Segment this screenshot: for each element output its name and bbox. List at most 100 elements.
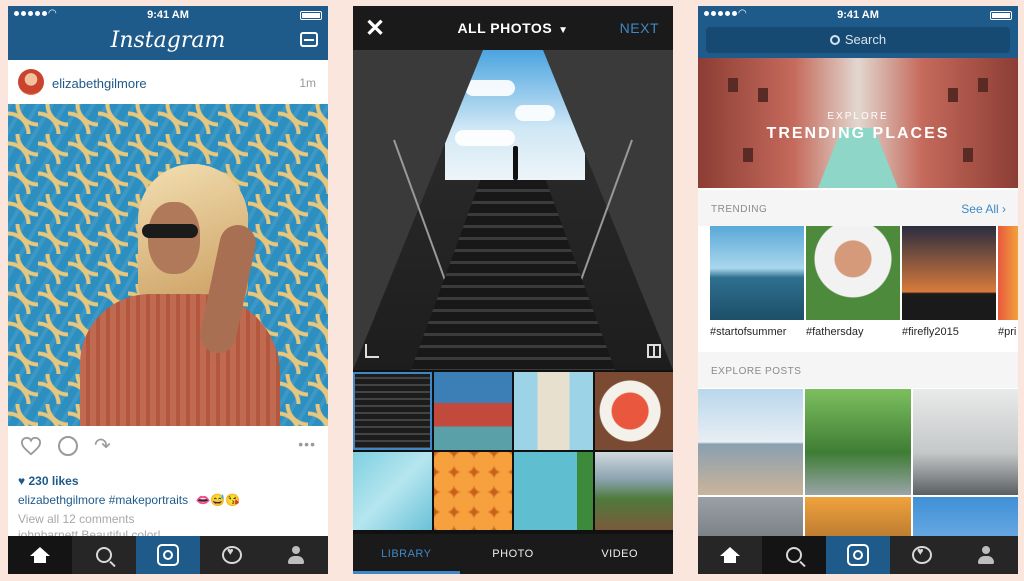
tab-photo[interactable]: PHOTO: [460, 534, 567, 574]
profile-icon: [288, 546, 304, 564]
explore-post[interactable]: [805, 389, 911, 495]
post-photo[interactable]: [8, 104, 328, 426]
trending-item[interactable]: #firefly2015: [902, 226, 996, 350]
tab-search[interactable]: [762, 536, 826, 574]
search-icon: [829, 35, 840, 45]
tab-camera[interactable]: [136, 536, 200, 574]
trending-list: #startofsummer #fathersday #firefly2015 …: [698, 226, 1018, 350]
like-count[interactable]: ♥ 230 likes: [18, 474, 79, 488]
search-input[interactable]: Search: [706, 27, 1010, 53]
tab-activity[interactable]: [200, 536, 264, 574]
caption-username[interactable]: elizabethgilmore: [18, 493, 105, 507]
trending-label: TRENDING: [711, 204, 768, 215]
tab-profile[interactable]: [954, 536, 1018, 574]
post-header: elizabethgilmore 1m: [8, 60, 328, 104]
tab-home[interactable]: [8, 536, 72, 574]
post-actions: ↷ •••: [8, 426, 328, 466]
explore-header: ◠ 9:41 AM Search: [698, 6, 1018, 58]
heart-icon[interactable]: [20, 436, 42, 456]
explore-post[interactable]: [698, 389, 804, 495]
profile-icon: [978, 546, 994, 564]
explore-post[interactable]: [912, 389, 1018, 495]
banner-title: TRENDING PLACES: [766, 125, 950, 142]
battery-icon: [990, 11, 1012, 20]
trending-section-header: TRENDING See All ›: [698, 190, 1018, 226]
see-all-link[interactable]: See All ›: [961, 202, 1006, 216]
tab-bar: [698, 536, 1018, 574]
trending-tag: #startofsummer: [710, 326, 787, 338]
activity-icon: [912, 546, 932, 564]
photo-thumbnail[interactable]: [514, 372, 593, 450]
trending-places-banner[interactable]: EXPLORE TRENDING PLACES: [698, 58, 1018, 188]
post-caption: elizabethgilmore #makeportraits 👄😅😘: [18, 493, 240, 507]
camera-icon: [847, 544, 869, 566]
feed-header: ◠ 9:41 AM Instagram: [8, 6, 328, 60]
trending-thumbnail: [998, 226, 1018, 320]
tab-bar: [8, 536, 328, 574]
activity-icon: [222, 546, 242, 564]
photo-thumbnail[interactable]: [353, 452, 432, 530]
explore-posts-label: EXPLORE POSTS: [711, 366, 802, 377]
crop-icon[interactable]: [365, 344, 379, 358]
caption-hashtag[interactable]: #makeportraits: [109, 493, 188, 507]
trending-thumbnail: [710, 226, 804, 320]
tab-camera[interactable]: [826, 536, 890, 574]
library-header: ✕ ALL PHOTOS ▼ NEXT: [353, 6, 673, 50]
photo-thumbnail[interactable]: [514, 452, 593, 530]
explore-grid: [698, 389, 1018, 574]
silhouette: [513, 146, 518, 180]
first-comment: johnbarnett Beautiful color!: [18, 528, 161, 536]
feed-screen: ◠ 9:41 AM Instagram elizabethgilmore 1m …: [8, 6, 328, 574]
next-button[interactable]: NEXT: [620, 20, 659, 36]
view-all-comments-link[interactable]: View all 12 comments: [18, 512, 135, 526]
status-bar: ◠ 9:41 AM: [698, 6, 1018, 24]
camera-icon: [157, 544, 179, 566]
photo-thumbnail[interactable]: [353, 372, 432, 450]
trending-tag: #firefly2015: [902, 326, 959, 338]
photo-thumbnail[interactable]: [594, 372, 673, 450]
share-icon[interactable]: ↷: [94, 433, 111, 458]
tab-search[interactable]: [72, 536, 136, 574]
trending-item[interactable]: #pri: [998, 226, 1018, 350]
portrait-subject: [80, 164, 280, 426]
tab-video[interactable]: VIDEO: [566, 534, 673, 574]
app-logo: Instagram: [110, 28, 226, 53]
trending-tag: #pri: [998, 326, 1017, 338]
search-icon: [96, 547, 112, 563]
trending-tag: #fathersday: [806, 326, 864, 338]
photo-thumbnail[interactable]: [433, 452, 512, 530]
explore-screen: ◠ 9:41 AM Search EXPLORE TRENDING PLACES…: [698, 6, 1018, 574]
status-time: 9:41 AM: [147, 9, 189, 21]
comment-icon[interactable]: [58, 436, 78, 456]
chevron-right-icon: ›: [1002, 202, 1006, 216]
photo-preview[interactable]: [353, 50, 673, 370]
library-tabs: LIBRARY PHOTO VIDEO: [353, 534, 673, 574]
banner-eyebrow: EXPLORE: [827, 111, 889, 122]
caption-emoji: 👄😅😘: [195, 493, 241, 507]
library-screen: ✕ ALL PHOTOS ▼ NEXT LIBRARY PHOTO VIDEO: [353, 6, 673, 574]
tab-home[interactable]: [698, 536, 762, 574]
tab-library[interactable]: LIBRARY: [353, 534, 460, 574]
photo-grid: [353, 372, 673, 532]
post-timestamp: 1m: [299, 76, 316, 90]
tab-profile[interactable]: [264, 536, 328, 574]
chevron-down-icon: ▼: [558, 25, 569, 36]
more-icon[interactable]: •••: [298, 436, 316, 452]
search-icon: [786, 547, 802, 563]
photo-thumbnail[interactable]: [433, 372, 512, 450]
album-title: ALL PHOTOS: [457, 20, 553, 36]
post-username[interactable]: elizabethgilmore: [52, 76, 147, 91]
trending-thumbnail: [902, 226, 996, 320]
search-placeholder: Search: [844, 32, 887, 47]
status-bar: ◠ 9:41 AM: [8, 6, 328, 24]
inbox-icon[interactable]: [300, 32, 318, 47]
trending-item[interactable]: #startofsummer: [710, 226, 804, 350]
trending-item[interactable]: #fathersday: [806, 226, 900, 350]
avatar[interactable]: [18, 69, 44, 95]
home-icon: [30, 547, 50, 563]
layout-icon[interactable]: [647, 344, 661, 358]
home-icon: [720, 547, 740, 563]
trending-thumbnail: [806, 226, 900, 320]
photo-thumbnail[interactable]: [594, 452, 673, 530]
tab-activity[interactable]: [890, 536, 954, 574]
